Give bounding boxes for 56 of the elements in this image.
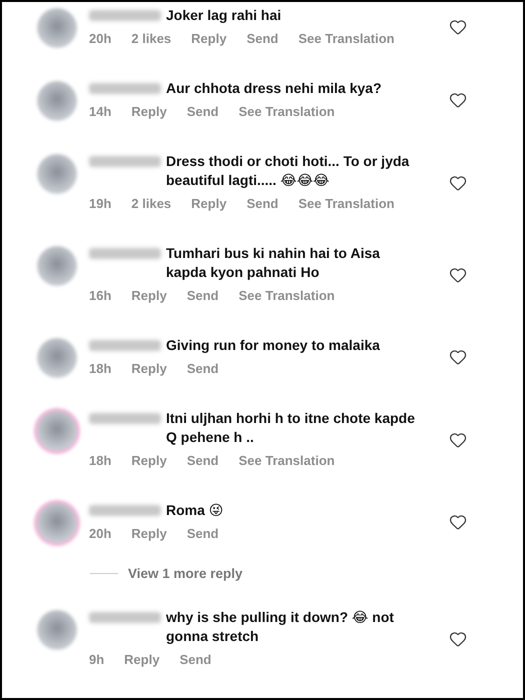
comment-time: 20h <box>89 30 112 48</box>
blurred-username <box>89 340 161 351</box>
comment-time: 16h <box>89 287 112 305</box>
comment-time: 9h <box>89 651 104 669</box>
comment-text: why is she pulling it down? 😂 not gonna stretch <box>166 608 395 646</box>
comment-text: Roma 😜 <box>166 501 224 520</box>
comment-time: 20h <box>89 525 112 543</box>
comment-action[interactable]: Send <box>180 651 212 669</box>
blurred-username <box>89 156 161 167</box>
comment-action[interactable]: Reply <box>191 195 227 213</box>
comment-action[interactable]: Reply <box>131 360 167 378</box>
blurred-username <box>89 413 161 424</box>
comment-action[interactable]: See Translation <box>298 30 394 48</box>
comment-text: Aur chhota dress nehi mila kya? <box>166 79 382 98</box>
comment-text: Joker lag rahi hai <box>166 6 282 25</box>
comment-action[interactable]: Reply <box>131 525 167 543</box>
blurred-avatar[interactable] <box>37 610 77 650</box>
comment-action[interactable]: Reply <box>131 452 167 470</box>
view-more-replies-link[interactable]: View 1 more reply <box>128 566 243 581</box>
comment-time: 18h <box>89 360 112 378</box>
blurred-username <box>89 10 161 21</box>
like-count[interactable]: 2 likes <box>131 195 172 213</box>
comment-action[interactable]: Send <box>186 287 219 305</box>
comment-action[interactable]: Reply <box>131 103 167 121</box>
comment-action[interactable]: Send <box>186 525 219 543</box>
comment-action[interactable]: Reply <box>124 651 160 669</box>
comment-action[interactable]: Send <box>246 30 278 48</box>
comment-time: 19h <box>89 195 112 213</box>
comment-text: Itni uljhan horhi h to itne chote kapde Q pehene h .. <box>166 409 416 447</box>
comment-text: Dress thodi or choti hoti... To or jyda beautiful lagti..... 😂😂😂 <box>166 152 410 190</box>
blurred-username <box>89 505 161 516</box>
blurred-avatar[interactable] <box>37 338 77 378</box>
comment-action[interactable]: Reply <box>131 287 167 305</box>
blurred-avatar[interactable] <box>37 8 77 48</box>
comment-action[interactable]: Send <box>246 195 278 213</box>
comment-time: 14h <box>89 103 112 121</box>
blurred-avatar[interactable] <box>37 503 77 543</box>
comment-text: Tumhari bus ki nahin hai to Aisa kapda kyon pahnati Ho <box>166 244 381 282</box>
blurred-avatar[interactable] <box>37 411 77 451</box>
comment-action[interactable]: Send <box>186 360 219 378</box>
blurred-username <box>89 83 161 94</box>
blurred-username <box>89 248 161 259</box>
comment-action[interactable]: See Translation <box>238 103 335 121</box>
comment-action[interactable]: See Translation <box>298 195 394 213</box>
comment-action[interactable]: Reply <box>191 30 227 48</box>
blurred-avatar[interactable] <box>37 81 77 121</box>
blurred-avatar[interactable] <box>37 154 77 194</box>
like-count[interactable]: 2 likes <box>131 30 172 48</box>
blurred-username <box>89 612 161 623</box>
comment-action[interactable]: Send <box>186 452 219 470</box>
comment-action[interactable]: See Translation <box>238 287 335 305</box>
comment-text: Giving run for money to malaika <box>166 336 380 355</box>
comment-time: 18h <box>89 452 112 470</box>
blurred-avatar[interactable] <box>37 246 77 286</box>
comment-action[interactable]: Send <box>186 103 219 121</box>
comment-action[interactable]: See Translation <box>238 452 335 470</box>
